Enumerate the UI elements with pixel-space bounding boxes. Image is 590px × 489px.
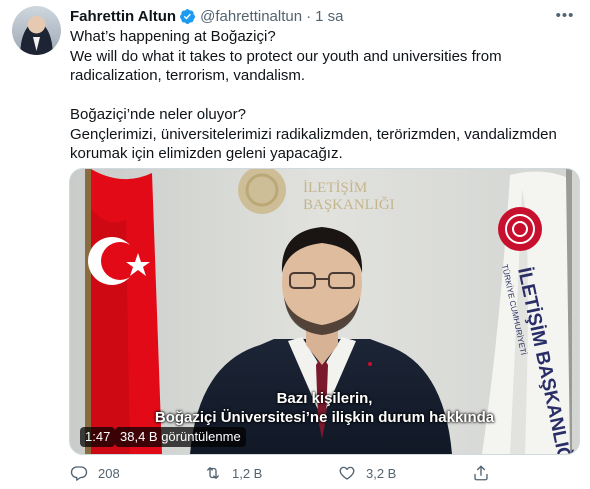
video-views-badge: 38,4 B görüntülenme — [115, 427, 246, 447]
wall-sign-line2: BAŞKANLIĞI — [303, 196, 395, 213]
share-button[interactable] — [472, 458, 500, 488]
tweet-text-line: What’s happening at Boğaziçi? — [70, 28, 276, 45]
video-player[interactable]: İLETİŞİM BAŞKANLIĞI TÜRKİYE CUMHURİYETİ … — [69, 168, 580, 455]
user-handle[interactable]: @fahrettinaltun — [200, 8, 302, 25]
share-icon — [474, 465, 488, 481]
tweet-text-line: Gençlerimizi, üniversitelerimizi radikal… — [70, 125, 557, 143]
tweet-text-line: radicalization, terrorism, vandalism. — [70, 67, 306, 84]
reply-button[interactable]: 208 — [70, 458, 120, 488]
video-duration-badge: 1:47 — [80, 427, 116, 447]
tweet-text-line — [70, 86, 576, 106]
retweet-icon — [207, 467, 219, 479]
more-icon[interactable]: ••• — [554, 4, 576, 26]
tweet-text-line: We will do what it takes to protect our … — [70, 47, 502, 65]
reply-count: 208 — [98, 465, 120, 481]
reply-icon — [70, 466, 88, 481]
tweet-text-line: korumak için elimizden geleni yapacağız. — [70, 145, 343, 162]
video-subtitle-line2: Boğaziçi Üniversitesi’ne ilişkin durum h… — [154, 409, 495, 426]
tweet-time[interactable]: 1 sa — [315, 8, 343, 25]
tweet-text-line: Boğaziçi’nde neler oluyor? — [70, 106, 246, 123]
tweet-text: What’s happening at Boğaziçi? We will do… — [70, 27, 576, 164]
tweet-actions: 208 1,2 B 3,2 B — [70, 458, 540, 488]
video-subtitle-line1: Bazı kişilerin, — [276, 390, 373, 407]
institution-emblem — [498, 207, 542, 251]
like-button[interactable]: 3,2 B — [338, 458, 396, 488]
verified-badge-icon — [179, 8, 196, 25]
separator-dot: · — [306, 7, 312, 25]
tweet-header: Fahrettin Altun @fahrettinaltun · 1 sa — [70, 6, 343, 26]
wall-sign-line1: İLETİŞİM — [303, 180, 367, 196]
like-count: 3,2 B — [366, 465, 397, 481]
retweet-button[interactable]: 1,2 B — [204, 458, 262, 488]
avatar[interactable] — [12, 6, 61, 55]
retweet-count: 1,2 B — [232, 465, 263, 481]
heart-icon — [339, 466, 355, 480]
display-name[interactable]: Fahrettin Altun — [70, 8, 176, 25]
